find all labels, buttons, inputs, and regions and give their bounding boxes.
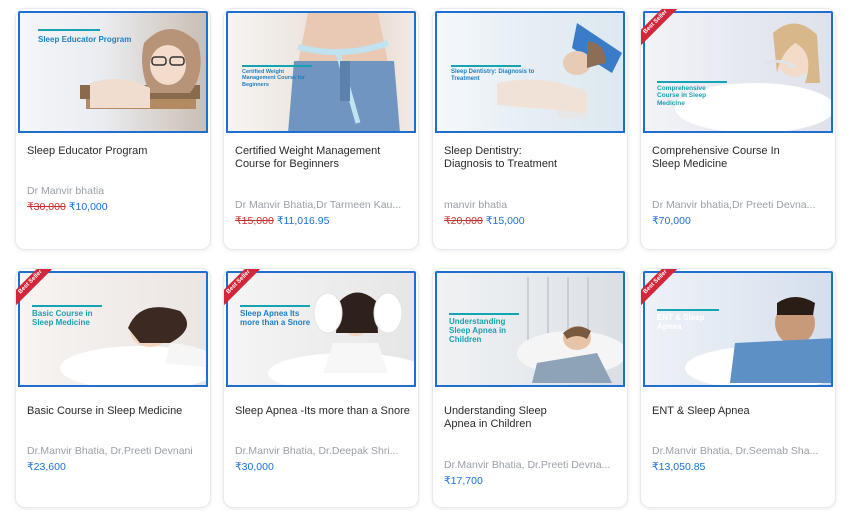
course-author: Dr.Manvir Bhatia, Dr.Preeti Devna...	[444, 459, 611, 471]
course-card[interactable]: Best Seller Sleep Apnea Its more than a …	[223, 268, 419, 508]
course-price: ₹17,700	[444, 475, 483, 487]
original-price: ₹30,000	[27, 201, 66, 213]
course-author: Dr Manvir Bhatia,Dr Tarmeen Kau...	[235, 199, 402, 211]
thumbnail-title: Comprehensive Course in Sleep Medicine	[657, 85, 707, 107]
course-price: ₹30,000 ₹10,000	[27, 201, 108, 213]
course-thumbnail[interactable]: Sleep Educator Program	[16, 9, 210, 135]
course-card[interactable]: Sleep Dentistry: Diagnosis to Treatment …	[432, 8, 628, 250]
course-card[interactable]: Understanding Sleep Apnea in Children Un…	[432, 268, 628, 508]
course-card[interactable]: Best Seller ENT & Sleep Apnea ENT & Slee…	[640, 268, 836, 508]
course-price: ₹23,600	[27, 461, 66, 473]
course-title[interactable]: Sleep Apnea -Its more than a Snore	[235, 405, 410, 418]
course-author: Dr.Manvir Bhatia, Dr.Deepak Shri...	[235, 445, 399, 457]
course-author: manvir bhatia	[444, 199, 508, 211]
sale-price: ₹11,016.95	[276, 215, 330, 227]
sale-price: ₹30,000	[235, 461, 274, 473]
course-thumbnail[interactable]: Understanding Sleep Apnea in Children	[433, 269, 627, 389]
course-title[interactable]: Basic Course in Sleep Medicine	[27, 405, 202, 418]
course-title[interactable]: Certified Weight Management Course for B…	[235, 145, 385, 171]
course-thumbnail[interactable]: Certified Weight Management Course for B…	[224, 9, 418, 135]
sale-price: ₹13,050.85	[652, 461, 706, 473]
course-card[interactable]: Best Seller Basic Course in Sleep Medici…	[15, 268, 211, 508]
course-title[interactable]: Sleep Educator Program	[27, 145, 202, 158]
thumbnail-title: Understanding Sleep Apnea in Children	[449, 317, 507, 345]
course-price: ₹30,000	[235, 461, 274, 473]
thumbnail-title: ENT & Sleep Apnea	[657, 313, 705, 332]
course-author: Dr.Manvir Bhatia, Dr.Preeti Devnani	[27, 445, 193, 457]
sale-price: ₹17,700	[444, 475, 483, 487]
course-price: ₹20,000 ₹15,000	[444, 215, 525, 227]
sale-price: ₹15,000	[485, 215, 525, 227]
thumbnail-title: Basic Course in Sleep Medicine	[32, 309, 93, 328]
course-card[interactable]: Certified Weight Management Course for B…	[223, 8, 419, 250]
sale-price: ₹10,000	[68, 201, 108, 213]
course-title[interactable]: ENT & Sleep Apnea	[652, 405, 827, 418]
sale-price: ₹23,600	[27, 461, 66, 473]
course-thumbnail[interactable]: Best Seller Sleep Apnea Its more than a …	[224, 269, 418, 389]
course-price: ₹15,000 ₹11,016.95	[235, 215, 329, 227]
course-author: Dr.Manvir Bhatia, Dr.Seemab Sha...	[652, 445, 819, 457]
course-card[interactable]: Best Seller Comprehensive Course in Slee…	[640, 8, 836, 250]
course-thumbnail[interactable]: Sleep Dentistry: Diagnosis to Treatment	[433, 9, 627, 135]
sleeping-student-illustration	[80, 29, 201, 109]
course-thumbnail[interactable]: Best Seller Comprehensive Course in Slee…	[641, 9, 835, 135]
thumbnail-title: Certified Weight Management Course for B…	[242, 69, 305, 88]
woman-covering-ears-illustration	[268, 292, 414, 385]
course-price: ₹13,050.85	[652, 461, 705, 473]
original-price: ₹20,000	[444, 215, 483, 227]
sleeping-woman-illustration	[675, 23, 831, 131]
course-author: Dr Manvir bhatia	[27, 185, 105, 197]
course-author: Dr Manvir bhatia,Dr Preeti Devna...	[652, 199, 816, 211]
course-grid: Sleep Educator Program Sleep Educator Pr…	[0, 0, 850, 511]
sleeping-woman-illustration	[60, 307, 206, 385]
course-title[interactable]: Understanding Sleep Apnea in Children	[444, 405, 554, 431]
course-card[interactable]: Sleep Educator Program Sleep Educator Pr…	[15, 8, 211, 250]
thumbnail-title: Sleep Apnea Its more than a Snore	[240, 309, 311, 328]
course-thumbnail[interactable]: Best Seller ENT & Sleep Apnea	[641, 269, 835, 389]
sale-price: ₹70,000	[652, 215, 691, 227]
course-title[interactable]: Sleep Dentistry: Diagnosis to Treatment	[444, 145, 564, 171]
thumbnail-title: Sleep Educator Program	[38, 35, 132, 44]
course-price: ₹70,000	[652, 215, 691, 227]
course-title[interactable]: Comprehensive Course In Sleep Medicine	[652, 145, 782, 171]
original-price: ₹15,000	[235, 215, 274, 227]
thumbnail-title: Sleep Dentistry: Diagnosis to Treatment	[451, 69, 535, 82]
course-thumbnail[interactable]: Best Seller Basic Course in Sleep Medici…	[16, 269, 210, 389]
